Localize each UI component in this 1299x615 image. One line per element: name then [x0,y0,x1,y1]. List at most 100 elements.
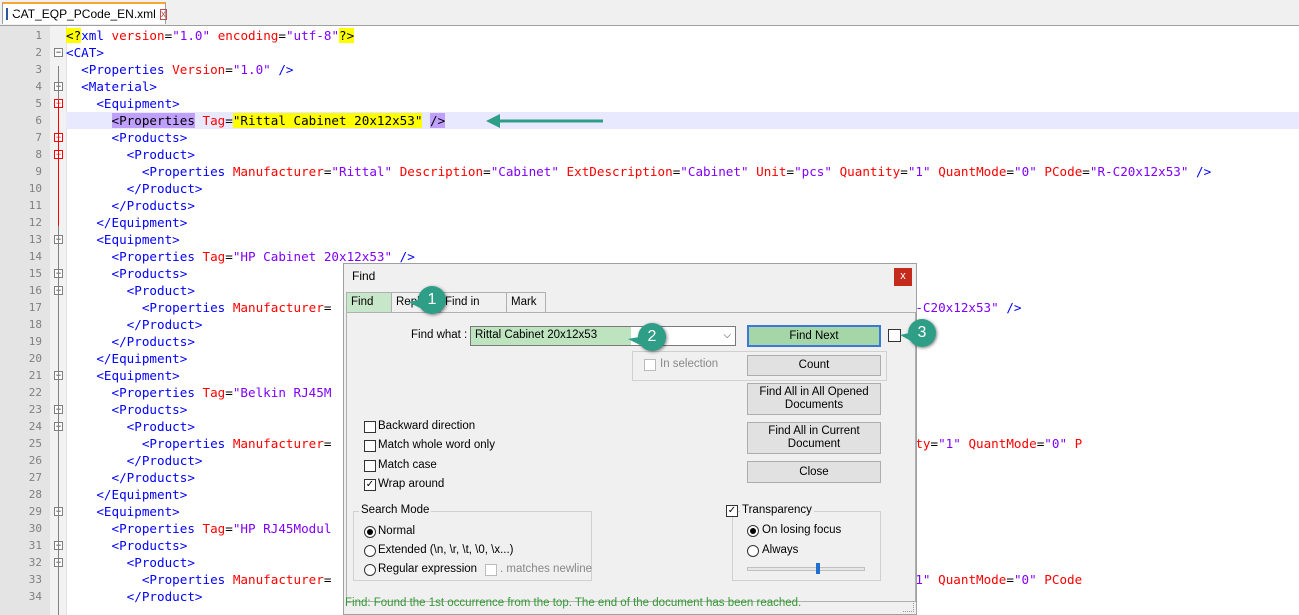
code-line[interactable]: </Product> [66,588,203,605]
code-line[interactable]: </Products> [66,197,195,214]
close-icon[interactable]: x [894,268,912,286]
code-token: "1.0" [172,28,211,43]
code-line[interactable]: </Product> [66,180,203,197]
transparency-checkbox[interactable]: ✓ [726,505,738,517]
code-line[interactable]: <Properties Tag="HP RJ45Modul [66,520,332,537]
close-icon[interactable]: x [159,8,167,20]
count-button[interactable]: Count [747,355,881,376]
code-line[interactable]: <Equipment> [66,231,180,248]
find-all-current-button[interactable]: Find All in Current Document [747,422,881,454]
find-next-button[interactable]: Find Next [747,325,881,347]
code-line[interactable]: <Product> [66,554,195,571]
whole-word-checkbox[interactable] [364,440,376,452]
code-token: <Equipment> [96,232,180,247]
code-token: Manufacturer [232,164,324,179]
code-line[interactable]: </Equipment> [66,350,187,367]
code-token: version [111,28,165,43]
code-line[interactable]: <Material> [66,78,157,95]
regex-radio[interactable] [364,564,376,576]
code-line[interactable]: <Products> [66,129,188,146]
code-line[interactable]: <Products> [66,265,188,282]
match-case-checkbox[interactable] [364,460,376,472]
code-line[interactable]: <Properties Manufacturer = "Rittal" Descri… [66,163,1211,180]
code-token: = [225,521,233,536]
code-token: </Product> [126,181,203,196]
code-token: </Equipment> [96,215,188,230]
code-line[interactable]: <Properties Tag="Belkin RJ45M [66,384,332,401]
close-button[interactable]: Close [747,461,881,483]
code-line[interactable]: <Products> [66,537,188,554]
chevron-down-icon[interactable]: ⌵ [723,330,731,341]
tab-mark[interactable]: Mark [506,292,546,312]
line-number: 1 [35,29,42,42]
code-token: <Products> [111,402,188,417]
wrap-around-checkbox[interactable]: ✓ [364,479,376,491]
code-token: = [1006,164,1015,179]
code-token: <Equipment> [96,504,180,519]
extended-radio[interactable] [364,545,376,557]
find-all-opened-line1: Find All in All Opened [759,386,869,398]
match-case-label: Match case [378,459,437,471]
normal-radio[interactable] [364,526,376,538]
extended-label: Extended (\n, \r, \t, \0, \x...) [378,544,514,556]
code-line[interactable]: <CAT> [66,44,104,61]
code-token: P [1074,436,1083,451]
code-token: <Product> [126,419,195,434]
code-token: <Properties [111,385,203,400]
find-all-opened-button[interactable]: Find All in All Opened Documents [747,383,881,415]
code-line[interactable]: </Products> [66,333,195,350]
file-tab[interactable]: CAT_EQP_PCode_EN.xml x [2,2,167,24]
always-radio[interactable] [747,545,759,557]
extra-checkbox[interactable] [888,329,901,342]
tab-find[interactable]: Find [346,292,392,312]
code-token: "1" [907,164,931,179]
code-line[interactable]: <Product> [66,146,195,163]
code-line[interactable]: </Equipment> [66,486,187,503]
on-losing-focus-radio[interactable] [747,525,759,537]
code-line[interactable]: <Equipment> [66,503,180,520]
callout-1: 1 [418,286,446,314]
code-line[interactable]: </Products> [66,469,195,486]
code-token: Tag [202,521,226,536]
code-line[interactable]: <Product> [66,282,195,299]
code-line[interactable]: </Product> [66,452,203,469]
fold-toggle-icon[interactable]: − [54,48,63,57]
code-token: = [1082,164,1090,179]
code-line[interactable]: <Properties Tag="Rittal Cabinet 20x12x53… [66,112,446,129]
code-line[interactable]: <Equipment> [66,95,179,112]
code-token: ExtDescription [566,164,673,179]
code-line[interactable]: <Equipment> [66,367,179,384]
resize-grip[interactable] [903,601,914,612]
code-token: = [278,28,286,43]
tab-find-in-files[interactable]: Find in Files [440,292,507,326]
code-line[interactable]: <Products> [66,401,188,418]
code-token: <Properties [111,521,203,536]
code-token: "Rittal" [331,164,393,179]
code-line[interactable]: <?xml version="1.0" encoding="utf-8"?> [66,27,355,44]
code-line[interactable]: </Product> [66,316,203,333]
code-line[interactable]: </Equipment> [66,214,187,231]
in-selection-checkbox[interactable] [644,359,656,371]
matches-newline-checkbox[interactable] [485,564,497,576]
backward-checkbox[interactable] [364,421,376,433]
whole-word-label: Match whole word only [378,439,495,451]
slider-thumb[interactable] [816,563,820,574]
code-token: <Properties [141,436,233,451]
code-token: Tag [202,249,226,264]
code-line[interactable]: <Product> [66,418,195,435]
transparency-slider[interactable] [747,563,865,574]
code-line[interactable]: <Properties Version="1.0" /> [66,61,293,78]
wrap-around-label: Wrap around [378,478,445,490]
find-what-input[interactable]: Rittal Cabinet 20x12x53 ⌵ [470,326,736,346]
